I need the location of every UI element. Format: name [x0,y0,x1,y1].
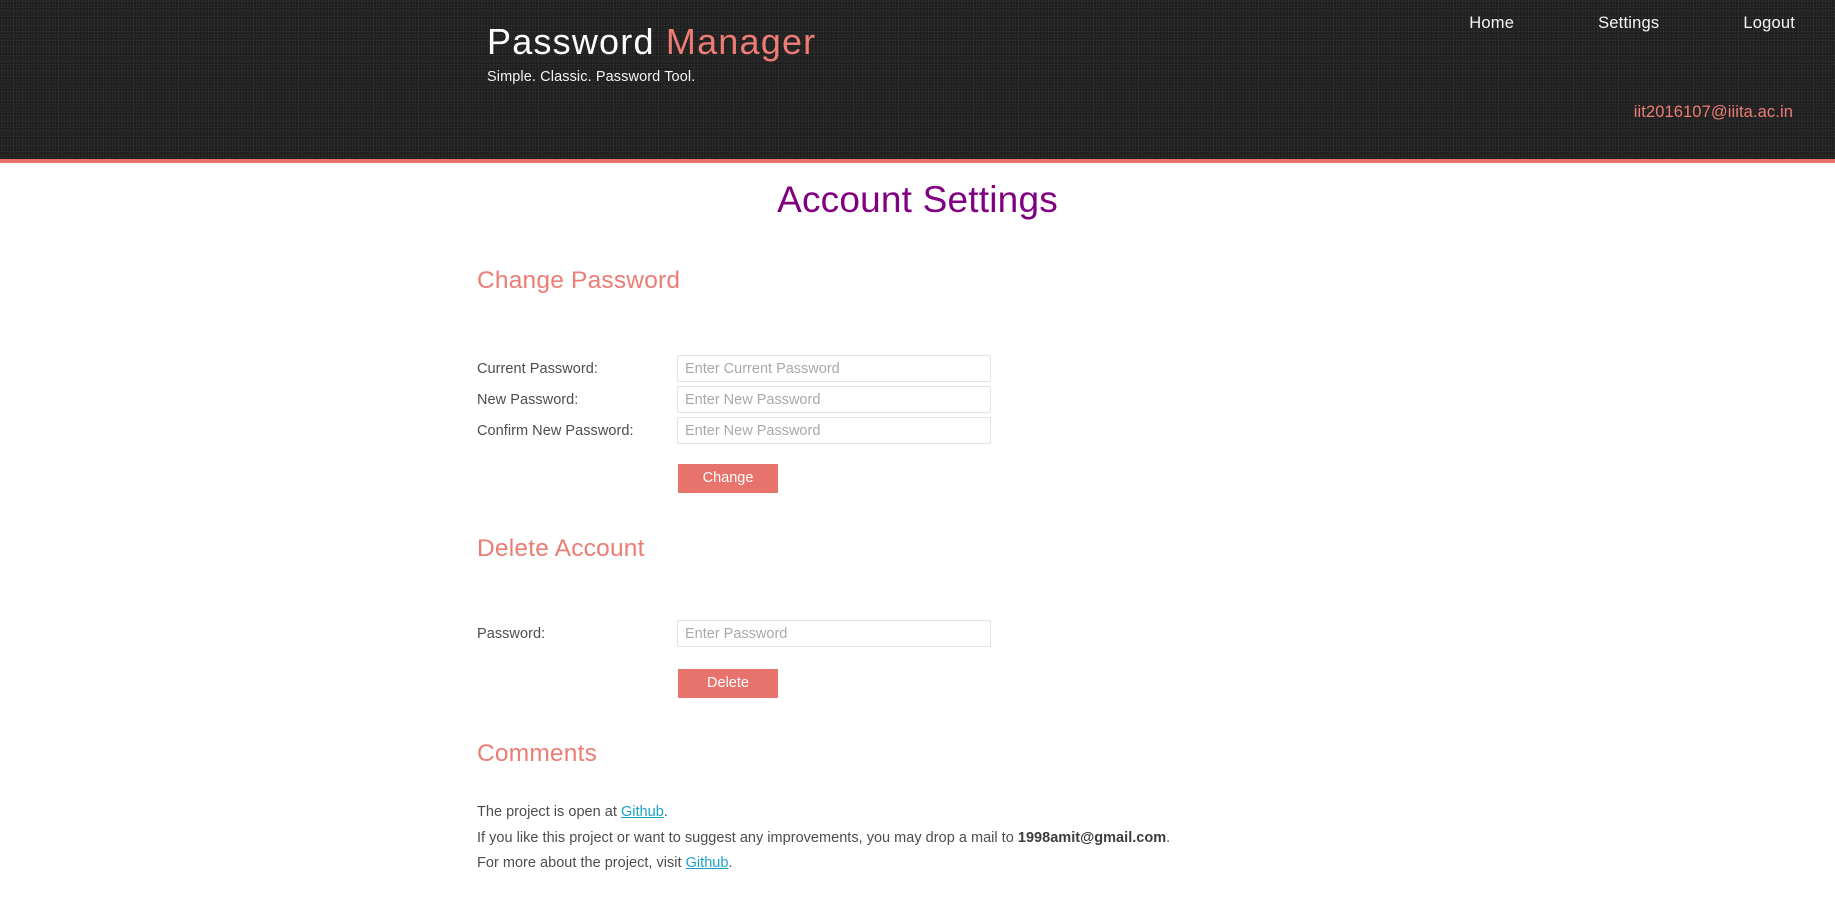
brand-tagline: Simple. Classic. Password Tool. [487,69,696,85]
input-new-password[interactable] [677,386,991,413]
contact-email: 1998amit@gmail.com [1017,829,1167,846]
site-header: Password Manager Simple. Classic. Passwo… [0,0,1835,163]
form-row-confirm-password: Confirm New Password: [477,417,991,444]
form-row-new-password: New Password: [477,386,991,413]
comment-text-prefix: If you like this project or want to sugg… [477,829,1018,846]
label-delete-password: Password: [477,625,546,642]
user-email: iit2016107@iiita.ac.in [1633,103,1793,121]
nav-item-logout[interactable]: Logout [1743,14,1795,33]
change-password-button[interactable]: Change [678,464,778,493]
comment-text-prefix: For more about the project, visit [477,854,686,871]
comment-line-more-info: For more about the project, visit Github… [477,855,733,871]
form-row-current-password: Current Password: [477,355,991,382]
form-row-delete-password: Password: [477,620,991,647]
comment-line-project-open: The project is open at Github. [477,804,668,820]
label-confirm-new-password: Confirm New Password: [477,422,634,439]
comment-line-contact: If you like this project or want to sugg… [477,830,1170,846]
brand-title: Password Manager [487,20,816,64]
comment-text-suffix: . [728,854,733,871]
brand-title-secondary: Manager [665,21,817,62]
brand-title-primary: Password [487,21,655,62]
input-delete-password[interactable] [677,620,991,647]
nav-item-home[interactable]: Home [1469,14,1514,33]
section-heading-comments: Comments [477,740,598,767]
input-current-password[interactable] [677,355,991,382]
github-link-project[interactable]: Github [621,804,664,820]
delete-account-button[interactable]: Delete [678,669,778,698]
comment-text-suffix: . [663,803,668,820]
main-nav: Home Settings Logout [1469,14,1795,33]
label-new-password: New Password: [477,391,579,408]
comment-text-prefix: The project is open at [477,803,621,820]
github-link-more-info[interactable]: Github [686,855,729,871]
page-title: Account Settings [777,179,1058,220]
comment-text-suffix: . [1166,829,1171,846]
section-heading-change-password: Change Password [477,267,681,294]
nav-item-settings[interactable]: Settings [1598,14,1659,33]
brand: Password Manager Simple. Classic. Passwo… [487,20,816,85]
input-confirm-new-password[interactable] [677,417,991,444]
section-heading-delete-account: Delete Account [477,535,645,562]
label-current-password: Current Password: [477,360,598,377]
